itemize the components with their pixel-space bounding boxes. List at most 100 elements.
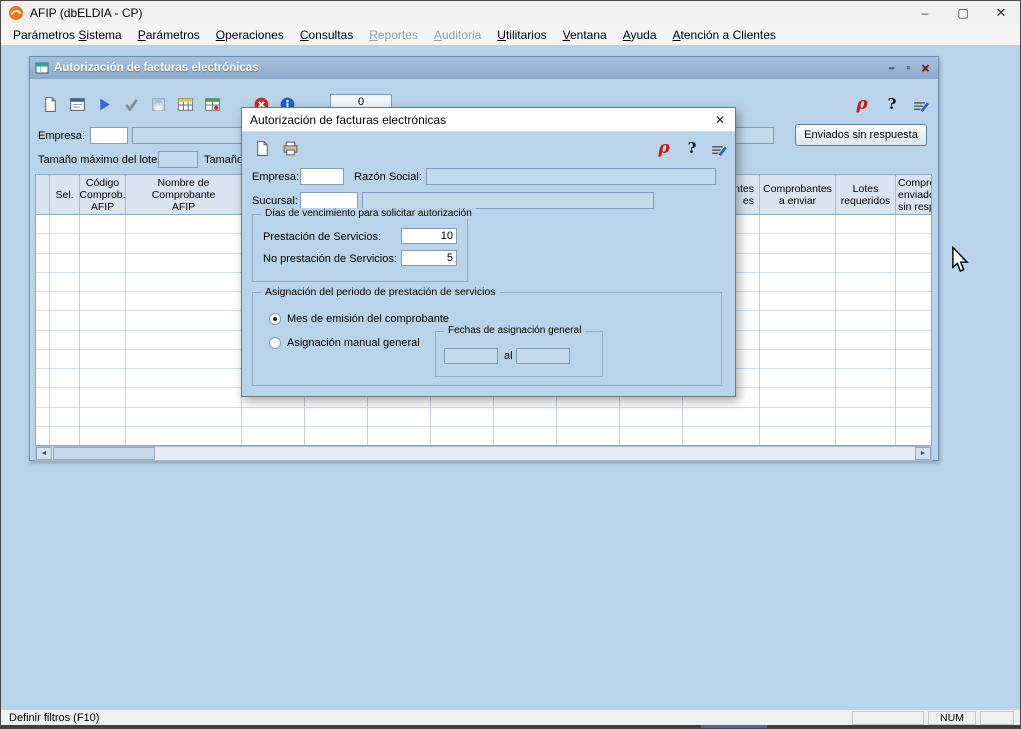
table-cell[interactable] (80, 254, 125, 273)
column-header-12[interactable]: Comprobantesa enviar (760, 175, 836, 215)
table-cell[interactable] (896, 292, 932, 311)
new-record-icon[interactable] (38, 92, 62, 116)
table-cell[interactable] (836, 350, 895, 369)
table-cell[interactable] (126, 350, 241, 369)
table-cell[interactable] (126, 427, 241, 446)
table-cell[interactable] (126, 292, 241, 311)
help-icon[interactable]: ? (880, 92, 904, 116)
column-header-3[interactable]: Nombre deComprobanteAFIP (126, 175, 242, 215)
table-cell[interactable] (50, 311, 79, 330)
dialog-close-button[interactable]: ✕ (705, 108, 735, 132)
grid-view-icon[interactable] (173, 92, 197, 116)
menu-item-ayuda[interactable]: Ayuda (615, 25, 665, 45)
scroll-right-button[interactable]: ► (915, 447, 931, 460)
table-cell[interactable] (896, 388, 932, 407)
table-cell[interactable] (36, 427, 49, 446)
table-cell[interactable] (50, 273, 79, 292)
table-cell[interactable] (50, 369, 79, 388)
table-cell[interactable] (896, 408, 932, 427)
table-cell[interactable] (836, 292, 895, 311)
table-cell[interactable] (50, 331, 79, 350)
grid-export-icon[interactable] (200, 92, 224, 116)
signature-icon[interactable] (706, 136, 730, 160)
table-cell[interactable] (36, 369, 49, 388)
table-cell[interactable] (36, 388, 49, 407)
table-cell[interactable] (50, 215, 79, 234)
table-cell[interactable] (760, 350, 835, 369)
child-maximize-button[interactable]: ▫ (900, 62, 917, 74)
table-cell[interactable] (368, 427, 430, 446)
exit-icon[interactable]: ρ (652, 136, 676, 160)
table-cell[interactable] (126, 408, 241, 427)
table-cell[interactable] (242, 408, 304, 427)
table-cell[interactable] (126, 388, 241, 407)
table-cell[interactable] (836, 215, 895, 234)
column-header-2[interactable]: CódigoComprob.AFIP (80, 175, 126, 215)
new-record-icon[interactable] (250, 136, 274, 160)
confirm-icon[interactable] (119, 92, 143, 116)
table-cell[interactable] (36, 331, 49, 350)
table-cell[interactable] (683, 427, 759, 446)
menu-item-parametros-sistema[interactable]: Parámetros Sistema (5, 25, 130, 45)
table-cell[interactable] (431, 427, 493, 446)
table-cell[interactable] (126, 273, 241, 292)
table-cell[interactable] (80, 215, 125, 234)
column-header-13[interactable]: Lotesrequeridos (836, 175, 896, 215)
menu-item-utilitarios[interactable]: Utilitarios (489, 25, 554, 45)
enviados-sin-respuesta-button[interactable]: Enviados sin respuesta (795, 124, 927, 146)
table-cell[interactable] (760, 388, 835, 407)
razon-social-field[interactable] (426, 168, 716, 185)
table-cell[interactable] (620, 408, 682, 427)
table-cell[interactable] (836, 369, 895, 388)
table-cell[interactable] (50, 427, 79, 446)
column-header-1[interactable]: Sel. (50, 175, 80, 215)
table-cell[interactable] (36, 254, 49, 273)
horizontal-scrollbar[interactable]: ◄ ► (35, 446, 932, 461)
table-cell[interactable] (896, 350, 932, 369)
child-close-button[interactable]: ✕ (917, 62, 934, 75)
table-cell[interactable] (50, 350, 79, 369)
table-cell[interactable] (50, 292, 79, 311)
table-cell[interactable] (431, 408, 493, 427)
table-cell[interactable] (80, 273, 125, 292)
sucursal-field[interactable] (300, 192, 358, 209)
table-cell[interactable] (126, 311, 241, 330)
dialog-empresa-field[interactable] (300, 168, 344, 185)
table-cell[interactable] (50, 254, 79, 273)
child-title-bar[interactable]: Autorización de facturas electrónicas – … (30, 57, 938, 79)
table-cell[interactable] (305, 408, 367, 427)
no-prestacion-field[interactable]: 5 (401, 250, 457, 266)
table-cell[interactable] (80, 292, 125, 311)
table-cell[interactable] (36, 215, 49, 234)
print-icon[interactable] (278, 136, 302, 160)
table-cell[interactable] (80, 427, 125, 446)
table-cell[interactable] (80, 331, 125, 350)
column-header-14[interactable]: Comprobaenviadosin respu (896, 175, 932, 215)
maximize-button[interactable]: ▢ (944, 1, 982, 24)
table-cell[interactable] (36, 234, 49, 253)
minimize-button[interactable]: – (906, 1, 944, 24)
table-cell[interactable] (126, 215, 241, 234)
table-cell[interactable] (494, 408, 556, 427)
table-cell[interactable] (80, 369, 125, 388)
table-cell[interactable] (36, 273, 49, 292)
help-icon[interactable]: ? (680, 136, 704, 160)
table-cell[interactable] (80, 388, 125, 407)
table-cell[interactable] (760, 311, 835, 330)
table-cell[interactable] (126, 369, 241, 388)
table-cell[interactable] (760, 427, 835, 446)
table-cell[interactable] (50, 234, 79, 253)
save-icon[interactable] (146, 92, 170, 116)
table-cell[interactable] (80, 350, 125, 369)
scrollbar-thumb[interactable] (53, 447, 155, 460)
table-cell[interactable] (50, 388, 79, 407)
close-button[interactable]: ✕ (982, 1, 1020, 24)
table-cell[interactable] (836, 234, 895, 253)
table-cell[interactable] (494, 427, 556, 446)
table-cell[interactable] (557, 408, 619, 427)
fecha-hasta-field[interactable] (516, 348, 570, 364)
menu-item-atencion-a-clientes[interactable]: Atención a Clientes (665, 25, 784, 45)
exit-icon[interactable]: ρ (850, 92, 874, 116)
menu-item-ventana[interactable]: Ventana (555, 25, 615, 45)
table-cell[interactable] (80, 311, 125, 330)
